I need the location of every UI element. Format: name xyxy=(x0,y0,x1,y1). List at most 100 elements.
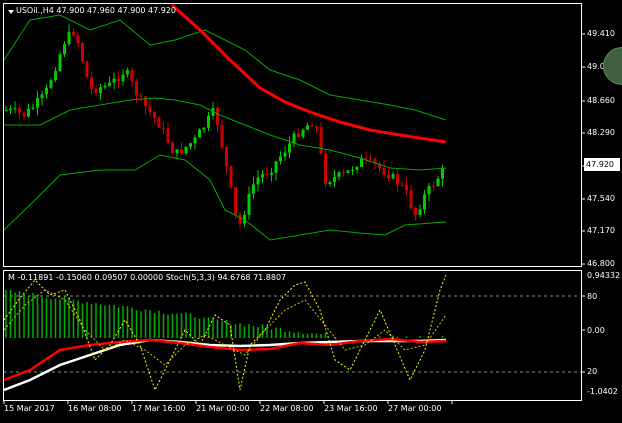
candle-body xyxy=(157,117,161,128)
candle-body xyxy=(310,125,314,127)
candle-body xyxy=(270,172,273,175)
price-label: 46.800 xyxy=(587,259,615,268)
candle-body xyxy=(382,167,386,175)
time-label: 27 Mar 00:00 xyxy=(388,404,442,413)
candle-body xyxy=(252,184,255,194)
candle-body xyxy=(103,85,107,88)
chart-window[interactable]: USOil.,H4 47.900 47.960 47.900 47.920 49… xyxy=(0,0,622,423)
candle-body xyxy=(283,152,287,157)
candle-body xyxy=(391,173,395,179)
candle-body xyxy=(4,110,8,112)
stoch-main-line xyxy=(3,274,447,392)
candle-body xyxy=(346,170,350,173)
price-label: 49.410 xyxy=(587,29,615,38)
candle-body xyxy=(76,35,80,44)
time-label: 21 Mar 00:00 xyxy=(196,404,250,413)
candle-body xyxy=(364,157,368,159)
candle-body xyxy=(135,81,138,96)
candle-body xyxy=(63,44,66,55)
candle-body xyxy=(121,74,125,82)
candle-body xyxy=(171,142,174,154)
moving-average xyxy=(171,3,447,144)
candle-body xyxy=(27,108,30,117)
candle-body xyxy=(355,167,359,170)
candle-body xyxy=(369,158,372,160)
indicator-label: 80 xyxy=(587,292,598,301)
candle-body xyxy=(342,172,345,174)
candle-body xyxy=(67,31,71,45)
candle-body xyxy=(54,70,57,81)
candle-body xyxy=(207,115,210,128)
candle-body xyxy=(184,146,188,154)
candle-body xyxy=(409,190,413,208)
candle-body xyxy=(126,70,129,75)
candle-body xyxy=(40,94,44,99)
candle-body xyxy=(72,31,75,36)
candle-body xyxy=(9,108,12,111)
candle-body xyxy=(94,88,98,94)
candle-body xyxy=(423,194,426,210)
time-label: 17 Mar 16:00 xyxy=(132,404,186,413)
candle-body xyxy=(112,78,116,83)
candle-body xyxy=(81,43,84,62)
time-label: 16 Mar 08:00 xyxy=(68,404,122,413)
candle-body xyxy=(405,184,408,191)
candle-body xyxy=(139,95,143,97)
candle-body xyxy=(166,128,170,143)
indicator-label: 0.94332 xyxy=(587,271,621,280)
candle-body xyxy=(315,126,318,128)
indicator-label: 0.00 xyxy=(587,326,605,335)
candle-body xyxy=(387,174,390,179)
chart-menu-icon[interactable] xyxy=(8,10,14,14)
candle-body xyxy=(297,133,300,137)
candle-body xyxy=(328,182,332,184)
candle-body xyxy=(414,207,417,215)
candle-body xyxy=(247,193,251,215)
chart-canvas[interactable] xyxy=(0,0,622,423)
candle-body xyxy=(49,80,53,88)
candle-body xyxy=(274,161,278,173)
candle-body xyxy=(229,166,233,188)
candle-body xyxy=(324,153,327,184)
candle-body xyxy=(337,172,341,177)
candle-body xyxy=(436,178,440,187)
candle-body xyxy=(153,112,156,118)
candle-body xyxy=(220,124,224,148)
candle-body xyxy=(418,209,422,215)
candle-body xyxy=(148,106,152,113)
candle-body xyxy=(198,129,201,138)
candle-body xyxy=(292,133,296,144)
candle-body xyxy=(265,174,269,176)
current-price-badge: 47.920 xyxy=(584,158,620,171)
candle-body xyxy=(234,187,237,215)
candle-body xyxy=(22,112,26,117)
candle-body xyxy=(432,185,435,187)
candle-body xyxy=(351,169,354,171)
candle-body xyxy=(333,176,336,183)
indicator-label: -1.0402 xyxy=(587,387,618,396)
candle-body xyxy=(13,108,17,110)
candle-body xyxy=(45,87,48,95)
price-label: 47.540 xyxy=(587,194,615,203)
candle-body xyxy=(202,127,206,130)
candle-body xyxy=(193,137,197,144)
candle-body xyxy=(396,173,399,185)
candle-body xyxy=(144,96,147,107)
candle-body xyxy=(319,127,323,154)
candle-body xyxy=(189,143,192,147)
price-label: 48.290 xyxy=(587,128,615,137)
indicator-pane-frame xyxy=(3,270,582,401)
indicator-header: M -0.11891 -0.15060 0.09507 0.00000 Stoc… xyxy=(8,273,287,282)
candle-body xyxy=(90,77,93,89)
candle-body xyxy=(427,185,431,195)
price-label: 48.660 xyxy=(587,96,615,105)
candle-body xyxy=(18,108,21,113)
candle-body xyxy=(216,108,219,125)
time-label: 15 Mar 2017 xyxy=(4,404,55,413)
candle-body xyxy=(117,78,120,82)
symbol-header: USOil.,H4 47.900 47.960 47.900 47.920 xyxy=(16,6,177,15)
indicator-label: 20 xyxy=(587,367,598,376)
candle-body xyxy=(306,125,309,130)
candle-body xyxy=(85,61,89,78)
price-label: 47.170 xyxy=(587,226,615,235)
